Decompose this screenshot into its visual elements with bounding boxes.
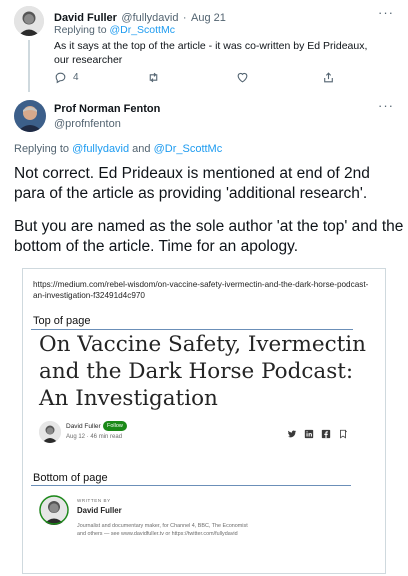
norman-fenton-avatar[interactable] xyxy=(14,100,46,132)
article-author-name: David Fuller xyxy=(66,423,101,430)
like-button[interactable] xyxy=(236,71,249,84)
share-icon xyxy=(324,72,333,83)
reply-button[interactable]: 4 xyxy=(54,71,79,84)
writer-bio: Journalist and documentary maker, for Ch… xyxy=(77,523,248,537)
linkedin-icon xyxy=(304,429,314,439)
tweet1-replying-prefix: Replying to xyxy=(54,24,110,36)
writer-avatar xyxy=(39,495,69,525)
bottom-divider xyxy=(31,485,351,486)
heart-icon xyxy=(237,72,248,83)
top-divider xyxy=(31,329,353,330)
tweet2-attached-image[interactable]: https://medium.com/rebel-wisdom/on-vacci… xyxy=(22,268,386,574)
tweet2-replying-and: and xyxy=(129,143,154,155)
tweet1-more-icon[interactable]: ··· xyxy=(378,5,394,20)
david-fuller-avatar[interactable] xyxy=(14,6,44,36)
reply-icon xyxy=(55,72,66,84)
tweet1-text: As it says at the top of the article - i… xyxy=(54,40,368,66)
retweet-icon xyxy=(149,72,158,83)
article-follow-button: Follow xyxy=(103,421,127,431)
share-button[interactable] xyxy=(322,71,335,84)
tweet2-replying-to: Replying to @fullydavid and @Dr_ScottMc xyxy=(14,143,222,155)
tweet1-replying-to: Replying to @Dr_ScottMc xyxy=(54,24,175,36)
article-title: On Vaccine Safety, Ivermectin and the Da… xyxy=(39,332,367,411)
retweet-button[interactable] xyxy=(147,71,160,84)
tweet2-replying-prefix: Replying to xyxy=(14,143,73,155)
article-date-readtime: Aug 12 · 46 min read xyxy=(66,434,123,440)
article-url: https://medium.com/rebel-wisdom/on-vacci… xyxy=(33,280,369,300)
tweet2-more-icon[interactable]: ··· xyxy=(378,98,394,113)
tweet2-replying-link-1[interactable]: @fullydavid xyxy=(72,143,129,155)
tweet2-text-paragraph-1: Not correct. Ed Prideaux is mentioned at… xyxy=(14,165,370,202)
thread-connector-line xyxy=(28,40,30,92)
article-share-icons xyxy=(287,429,355,439)
tweet1-replying-link[interactable]: @Dr_ScottMc xyxy=(109,24,175,36)
tweet1-author-handle[interactable]: @fullydavid xyxy=(121,12,178,24)
written-by-label: WRITTEN BY xyxy=(77,498,111,503)
writer-name: David Fuller xyxy=(77,506,122,515)
reply-count: 4 xyxy=(73,72,79,83)
tweet2-replying-link-2[interactable]: @Dr_ScottMc xyxy=(154,143,223,155)
tweet1-separator: · xyxy=(182,12,187,24)
tweet1-action-bar: 4 xyxy=(54,71,354,85)
bottom-of-page-label: Bottom of page xyxy=(33,472,108,484)
tweet2-author-handle[interactable]: @profnfenton xyxy=(54,118,121,130)
tweet2-text-paragraph-2: But you are named as the sole author 'at… xyxy=(14,218,404,255)
top-of-page-label: Top of page xyxy=(33,315,91,327)
article-author-avatar xyxy=(39,421,61,443)
bookmark-icon xyxy=(338,429,348,439)
tweet1-date[interactable]: Aug 21 xyxy=(191,12,226,24)
twitter-icon xyxy=(287,429,297,439)
facebook-icon xyxy=(321,429,331,439)
tweet2-author-name[interactable]: Prof Norman Fenton xyxy=(54,103,160,115)
tweet1-author-name[interactable]: David Fuller xyxy=(54,12,117,24)
